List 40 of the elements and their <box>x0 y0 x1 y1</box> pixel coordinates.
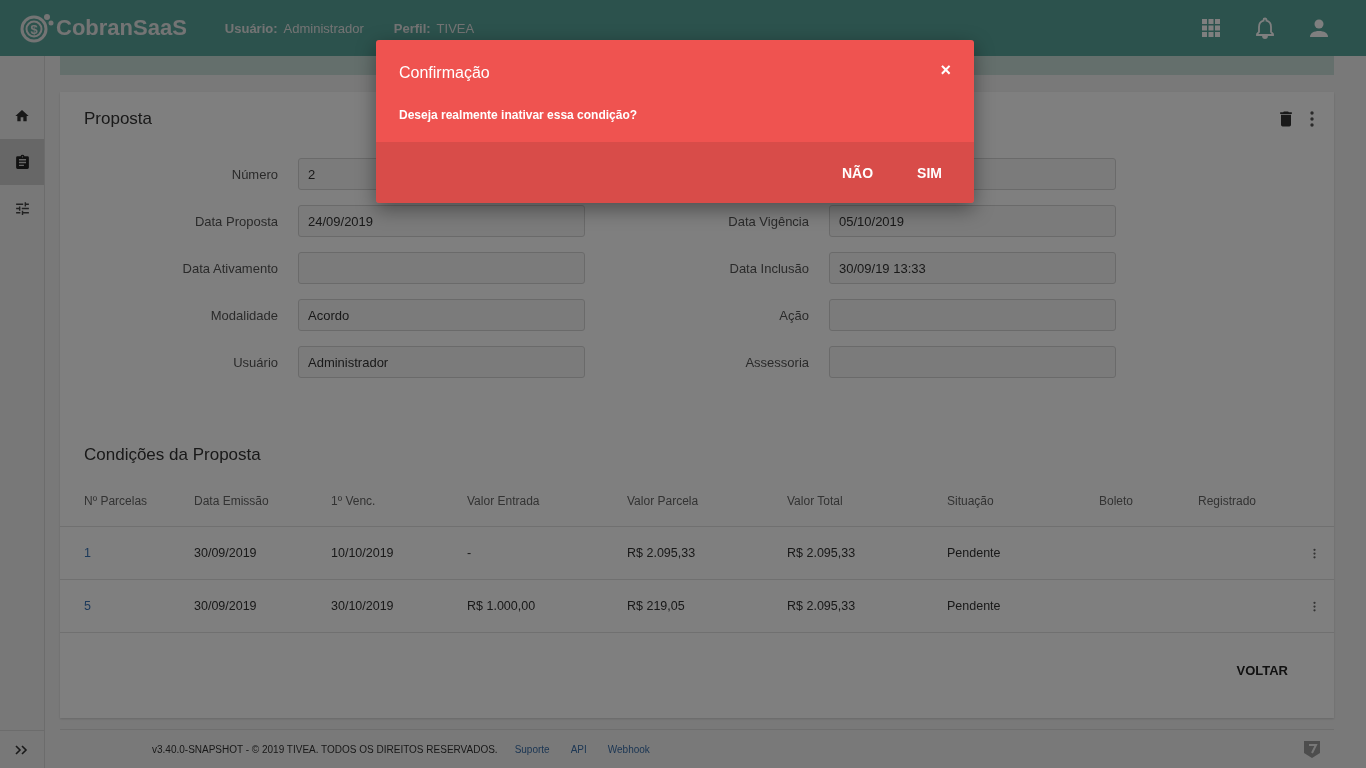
brand-name: CobranSaaS <box>56 15 187 41</box>
user-name: Administrador <box>283 20 364 36</box>
column-header: Valor Total <box>787 494 844 508</box>
table-cell-text: R$ 219,05 <box>627 599 686 613</box>
column-header: Valor Parcela <box>627 494 700 508</box>
field-label: Data Vigência <box>727 213 809 229</box>
card-title: Proposta <box>84 109 153 129</box>
copyright-text: v3.40.0-SNAPSHOT - © 2019 TIVEA. TODOS OS DIREITOS RESERVADOS. <box>152 743 498 755</box>
field-label: Modalidade <box>209 307 278 323</box>
table-cell-text: 10/10/2019 <box>331 546 395 560</box>
field-label: Usuário <box>232 354 278 370</box>
dialog-message: Deseja realmente inativar essa condição? <box>399 108 639 122</box>
field-label: Número <box>230 166 278 182</box>
field-label: Assessoria <box>744 354 809 370</box>
dialog-title: Confirmação <box>399 64 490 82</box>
column-header: Registrado <box>1198 494 1258 508</box>
profile-label: Perfil: <box>393 20 431 36</box>
table-cell-text: Pendente <box>947 599 1002 613</box>
column-header: Nº Parcelas <box>84 494 149 508</box>
column-header: 1º Venc. <box>331 494 377 508</box>
column-header: Situação <box>947 494 995 508</box>
section-title: Condições da Proposta <box>84 445 262 465</box>
table-cell-text: R$ 2.095,33 <box>627 546 697 560</box>
column-header: Valor Entrada <box>467 494 541 508</box>
table-cell-text: - <box>467 546 473 560</box>
field-label: Data Ativamento <box>181 260 278 276</box>
user-label: Usuário: <box>224 20 278 36</box>
table-cell-text: R$ 1.000,00 <box>467 599 537 613</box>
table-cell-text: Pendente <box>947 546 1002 560</box>
table-cell-text: R$ 2.095,33 <box>787 599 857 613</box>
column-header: Boleto <box>1099 494 1135 508</box>
column-header: Data Emissão <box>194 494 270 508</box>
field-label: Data Proposta <box>193 213 278 229</box>
table-cell-text: 30/09/2019 <box>194 599 258 613</box>
table-cell-text: R$ 2.095,33 <box>787 546 857 560</box>
table-cell-text: 30/10/2019 <box>331 599 395 613</box>
field-label: Data Inclusão <box>728 260 809 276</box>
table-cell-text: 30/09/2019 <box>194 546 258 560</box>
profile-name: TIVEA <box>436 20 475 36</box>
field-label: Ação <box>778 307 809 323</box>
